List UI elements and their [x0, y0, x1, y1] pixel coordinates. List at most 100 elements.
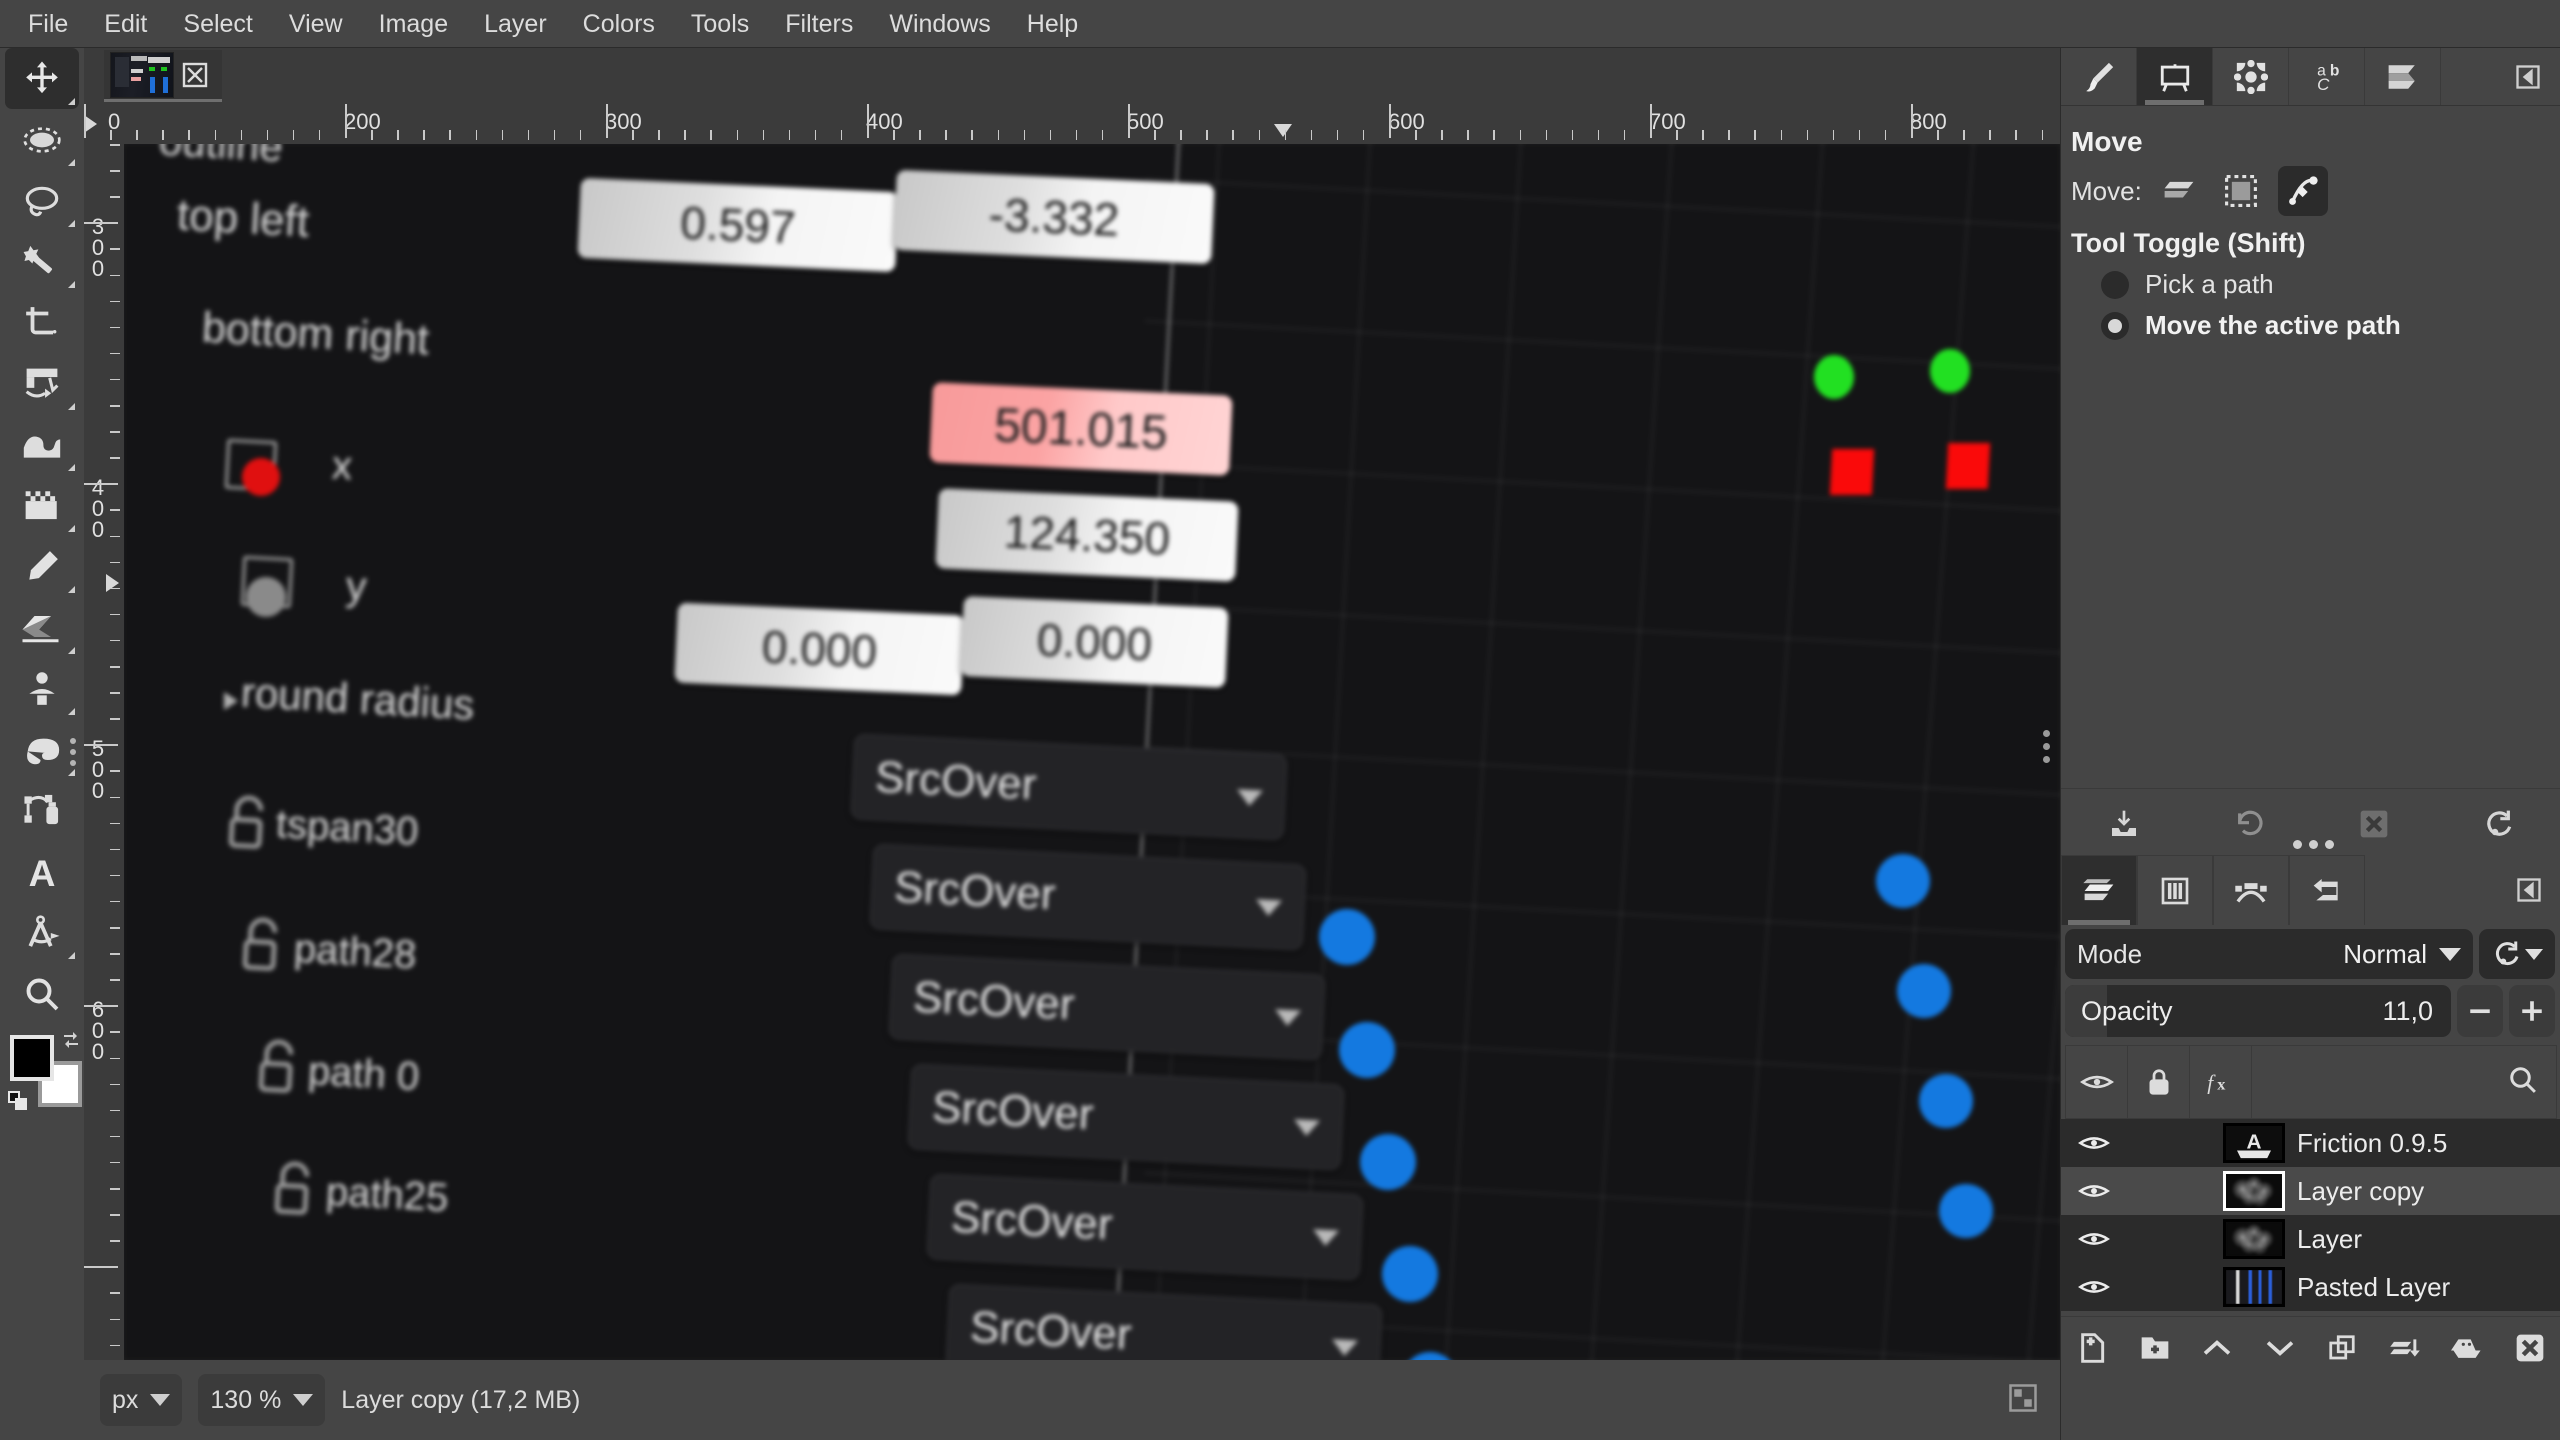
layer-row[interactable]: Pasted Layer: [2061, 1263, 2560, 1311]
reset-mode-button[interactable]: [2479, 929, 2555, 979]
tool-corner-icon: [68, 952, 75, 959]
merge-down-button[interactable]: [2381, 1324, 2429, 1372]
tab-channels[interactable]: [2137, 855, 2213, 925]
opacity-increase-button[interactable]: [2509, 985, 2555, 1037]
canvas-label-round-radius: round radius: [239, 668, 476, 729]
menu-help[interactable]: Help: [1009, 0, 1096, 48]
raise-layer-button[interactable]: [2193, 1324, 2241, 1372]
close-icon[interactable]: [174, 54, 216, 96]
option-move-the-active-path[interactable]: Move the active path: [2101, 310, 2560, 341]
move-selection-mode-button[interactable]: [2216, 166, 2266, 216]
transform-tool[interactable]: [5, 353, 79, 414]
menu-tools[interactable]: Tools: [673, 0, 767, 48]
menu-colors[interactable]: Colors: [565, 0, 673, 48]
blend-mode-dropdown[interactable]: SrcOver: [888, 953, 1326, 1061]
tab-fonts[interactable]: a b C: [2289, 48, 2365, 105]
visibility-eye-icon[interactable]: [2066, 1046, 2128, 1118]
unit-selector[interactable]: px: [100, 1374, 183, 1426]
blend-mode-dropdown[interactable]: SrcOver: [869, 843, 1307, 951]
duplicate-layer-button[interactable]: [2318, 1324, 2366, 1372]
tab-brushes[interactable]: [2061, 48, 2137, 105]
delete-tool-preset-icon[interactable]: [2350, 800, 2398, 848]
tab-patterns[interactable]: [2213, 48, 2289, 105]
image-canvas[interactable]: outline top left bottom right x y round …: [124, 144, 2060, 1360]
ellipse-select-tool[interactable]: [5, 109, 79, 170]
menu-select[interactable]: Select: [165, 0, 270, 48]
warp-transform-tool[interactable]: [5, 414, 79, 475]
delete-layer-button[interactable]: [2506, 1324, 2554, 1372]
menu-image[interactable]: Image: [361, 0, 466, 48]
eraser-tool[interactable]: [5, 597, 79, 658]
tab-undo-history[interactable]: [2289, 855, 2365, 925]
swap-colors-icon[interactable]: [60, 1029, 82, 1051]
menu-layer[interactable]: Layer: [466, 0, 565, 48]
paths-tool[interactable]: [5, 780, 79, 841]
menu-filters[interactable]: Filters: [767, 0, 871, 48]
new-layer-button[interactable]: [2068, 1324, 2116, 1372]
layer-row[interactable]: A Friction 0.9.5: [2061, 1119, 2560, 1167]
tab-paths[interactable]: [2213, 855, 2289, 925]
visibility-eye-icon[interactable]: [2065, 1132, 2123, 1154]
move-path-mode-button[interactable]: [2277, 166, 2328, 216]
clone-tool[interactable]: [5, 658, 79, 719]
toolbox-overflow-grip[interactable]: [70, 738, 76, 771]
option-pick-a-path[interactable]: Pick a path: [2101, 269, 2560, 300]
canvas-resize-grip[interactable]: [2043, 730, 2050, 763]
collapse-left-icon[interactable]: [2497, 855, 2560, 925]
quick-mask-icon[interactable]: [2008, 1383, 2038, 1418]
tab-gradients[interactable]: [2365, 48, 2441, 105]
menu-file[interactable]: File: [10, 0, 86, 48]
tab-layers[interactable]: [2061, 855, 2137, 925]
reset-colors-icon[interactable]: [8, 1091, 30, 1118]
layer-row[interactable]: Layer: [2061, 1215, 2560, 1263]
move-mode-row: Move:: [2071, 166, 2560, 216]
search-icon[interactable]: [2508, 1065, 2538, 1100]
anchor-layer-button[interactable]: [2443, 1324, 2491, 1372]
opacity-slider[interactable]: Opacity 11,0: [2065, 985, 2451, 1037]
layer-row[interactable]: Layer copy: [2061, 1167, 2560, 1215]
restore-tool-preset-icon[interactable]: [2225, 800, 2273, 848]
reset-tool-options-icon[interactable]: [2475, 800, 2523, 848]
move-layer-mode-button[interactable]: [2154, 166, 2204, 216]
menu-edit[interactable]: Edit: [86, 0, 165, 48]
measure-tool[interactable]: [5, 902, 79, 963]
layer-mode-dropdown[interactable]: Mode Normal: [2065, 929, 2473, 979]
image-tab[interactable]: [104, 50, 222, 102]
effects-fx-icon[interactable]: f x: [2190, 1046, 2252, 1118]
layer-thumbnail: A: [2223, 1123, 2285, 1163]
blend-mode-dropdown[interactable]: SrcOver: [945, 1283, 1383, 1360]
collapse-left-icon[interactable]: [2496, 48, 2560, 105]
dock-overflow-dots[interactable]: [2293, 840, 2334, 849]
vertical-ruler[interactable]: 300 400 500 600: [84, 144, 124, 1360]
free-select-tool[interactable]: [5, 170, 79, 231]
new-layer-group-button[interactable]: [2131, 1324, 2179, 1372]
canvas-lock-icon: [220, 793, 275, 859]
crop-tool[interactable]: [5, 292, 79, 353]
menu-windows[interactable]: Windows: [871, 0, 1008, 48]
smudge-tool[interactable]: [5, 719, 79, 780]
horizontal-ruler[interactable]: 0 200 300 400 500 600 700 800: [84, 104, 2060, 144]
foreground-color-swatch[interactable]: [10, 1035, 54, 1081]
visibility-eye-icon[interactable]: [2065, 1228, 2123, 1250]
layer-list: A Friction 0.9.5 Layer copy Layer Pasted Lay…: [2061, 1119, 2560, 1311]
lock-icon[interactable]: [2128, 1046, 2190, 1118]
fuzzy-select-tool[interactable]: [5, 231, 79, 292]
blend-mode-dropdown[interactable]: SrcOver: [907, 1063, 1345, 1171]
canvas-label-y: y: [344, 562, 368, 610]
bucket-fill-tool[interactable]: [5, 475, 79, 536]
tab-tool-options[interactable]: [2137, 48, 2213, 105]
field-x-value: 501.015: [929, 382, 1233, 476]
menu-view[interactable]: View: [271, 0, 361, 48]
visibility-eye-icon[interactable]: [2065, 1180, 2123, 1202]
zoom-selector[interactable]: 130 %: [198, 1374, 326, 1426]
blend-mode-dropdown[interactable]: SrcOver: [926, 1173, 1364, 1281]
opacity-decrease-button[interactable]: [2457, 985, 2503, 1037]
zoom-tool[interactable]: [5, 963, 79, 1024]
visibility-eye-icon[interactable]: [2065, 1276, 2123, 1298]
move-tool[interactable]: [5, 48, 79, 109]
lower-layer-button[interactable]: [2256, 1324, 2304, 1372]
pencil-tool[interactable]: [5, 536, 79, 597]
save-tool-preset-icon[interactable]: [2100, 800, 2148, 848]
text-tool[interactable]: A: [5, 841, 79, 902]
mode-value: Normal: [2343, 938, 2427, 969]
